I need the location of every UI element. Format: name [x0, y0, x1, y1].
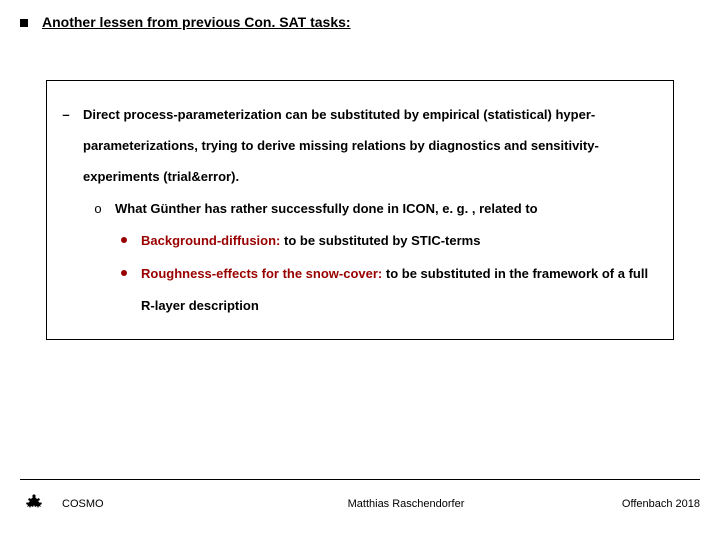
title-row: Another lessen from previous Con. SAT ta…	[20, 14, 700, 30]
dash-bullet: – Direct process-parameterization can be…	[61, 99, 659, 193]
disc-icon	[121, 237, 127, 243]
disc-text-2: Roughness-effects for the snow-cover: to…	[141, 258, 659, 320]
disc-2-head: Roughness-effects for the snow-cover:	[141, 266, 382, 281]
footer-center: Matthias Raschendorfer	[246, 498, 566, 510]
disc-text-1: Background-diffusion: to be substituted …	[141, 225, 480, 256]
disc-bullet-1: Background-diffusion: to be substituted …	[121, 225, 659, 256]
slide-title: Another lessen from previous Con. SAT ta…	[42, 14, 351, 30]
disc-icon	[121, 270, 127, 276]
footer-left: COSMO	[62, 498, 232, 510]
disc-1-head: Background-diffusion:	[141, 233, 280, 248]
circle-text: What Günther has rather successfully don…	[115, 195, 538, 224]
square-bullet-icon	[20, 19, 28, 27]
footer-right: Offenbach 2018	[580, 498, 700, 510]
slide: Another lessen from previous Con. SAT ta…	[0, 0, 720, 540]
disc-bullet-2: Roughness-effects for the snow-cover: to…	[121, 258, 659, 320]
disc-1-tail: to be substituted by STIC-terms	[280, 233, 480, 248]
eagle-icon	[20, 490, 48, 518]
footer-row: COSMO Matthias Raschendorfer Offenbach 2…	[20, 490, 700, 518]
circle-icon: o	[93, 195, 103, 224]
footer: COSMO Matthias Raschendorfer Offenbach 2…	[20, 479, 700, 518]
content-box: – Direct process-parameterization can be…	[46, 80, 674, 340]
circle-bullet: o What Günther has rather successfully d…	[93, 195, 659, 224]
dash-text: Direct process-parameterization can be s…	[83, 99, 659, 193]
footer-divider	[20, 479, 700, 480]
dash-icon: –	[61, 99, 71, 193]
